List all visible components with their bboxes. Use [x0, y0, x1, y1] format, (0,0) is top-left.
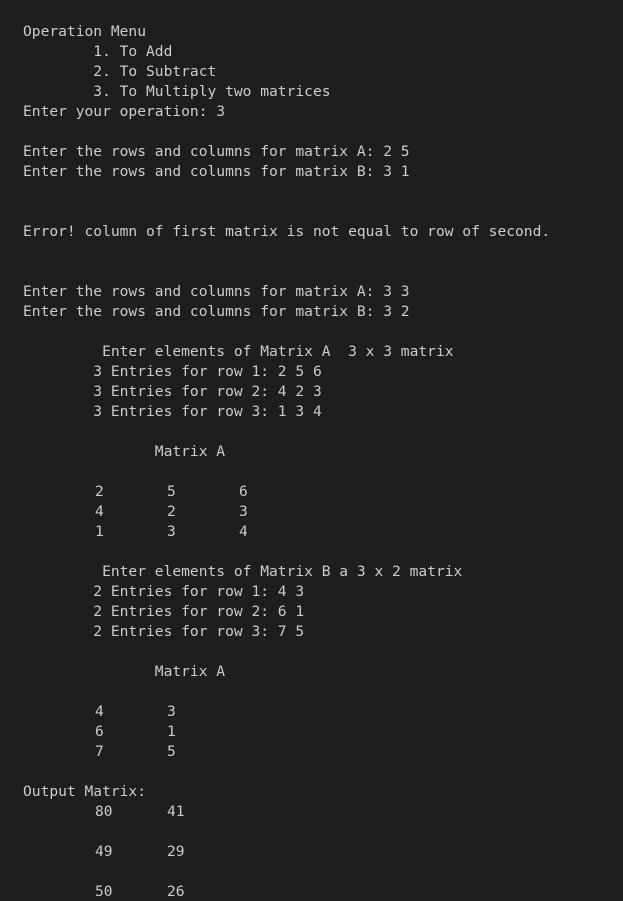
matrix-a-size-line: Enter the rows and columns for matrix A:…: [23, 283, 410, 300]
output-matrix-row: 50 26: [0, 882, 623, 901]
matrix-cell: 3: [167, 703, 176, 720]
matrix-cell: 26: [167, 883, 185, 900]
matrix-cell: 4: [95, 703, 104, 720]
matrix-cell: 80: [95, 803, 113, 820]
matrix-cell: 1: [167, 723, 176, 740]
matrix-b-size-line: Enter the rows and columns for matrix B:…: [23, 303, 410, 320]
matrix-a-entry-row: 3 Entries for row 3: 1 3 4: [23, 403, 322, 420]
matrix-cell: 3: [239, 503, 248, 520]
menu-option-multiply: 3. To Multiply two matrices: [23, 83, 331, 100]
matrix-b-entry-row: 2 Entries for row 2: 6 1: [23, 603, 305, 620]
matrix-a-entry-header: Enter elements of Matrix A 3 x 3 matrix: [23, 343, 454, 360]
matrix-cell: 7: [95, 743, 104, 760]
matrix-b-size-line: Enter the rows and columns for matrix B:…: [23, 163, 410, 180]
matrix-cell: 6: [95, 723, 104, 740]
matrix-a-row: 4 2 3: [0, 502, 623, 522]
output-matrix-title: Output Matrix:: [23, 783, 147, 800]
menu-option-subtract: 2. To Subtract: [23, 63, 217, 80]
matrix-b-row: 4 3: [0, 702, 623, 722]
matrix-a-size-line: Enter the rows and columns for matrix A:…: [23, 143, 410, 160]
matrix-cell: 2: [95, 483, 104, 500]
matrix-a-row: 2 5 6: [0, 482, 623, 502]
matrix-a-entry-row: 3 Entries for row 1: 2 5 6: [23, 363, 322, 380]
matrix-cell: 49: [95, 843, 113, 860]
matrix-cell: 3: [167, 523, 176, 540]
error-message: Error! column of first matrix is not equ…: [23, 223, 551, 240]
matrix-a-title: Matrix A: [23, 443, 226, 460]
matrix-b-row: 6 1: [0, 722, 623, 742]
matrix-b-entry-row: 2 Entries for row 1: 4 3: [23, 583, 305, 600]
menu-option-add: 1. To Add: [23, 43, 173, 60]
matrix-cell: 2: [167, 503, 176, 520]
matrix-b-entry-header: Enter elements of Matrix B a 3 x 2 matri…: [23, 563, 463, 580]
matrix-cell: 1: [95, 523, 104, 540]
matrix-cell: 4: [95, 503, 104, 520]
output-matrix-row: 80 41: [0, 802, 623, 822]
output-matrix-row: 49 29: [0, 842, 623, 862]
matrix-a-entry-row: 3 Entries for row 2: 4 2 3: [23, 383, 322, 400]
operation-prompt: Enter your operation: 3: [23, 103, 226, 120]
matrix-b-entry-row: 2 Entries for row 3: 7 5: [23, 623, 305, 640]
terminal-output: Operation Menu 1. To Add 2. To Subtract …: [0, 0, 623, 901]
matrix-a-row: 1 3 4: [0, 522, 623, 542]
matrix-cell: 5: [167, 483, 176, 500]
menu-title: Operation Menu: [23, 23, 147, 40]
matrix-cell: 29: [167, 843, 185, 860]
matrix-cell: 50: [95, 883, 113, 900]
matrix-b-title: Matrix A: [23, 663, 226, 680]
matrix-cell: 6: [239, 483, 248, 500]
matrix-cell: 41: [167, 803, 185, 820]
matrix-cell: 4: [239, 523, 248, 540]
matrix-cell: 5: [167, 743, 176, 760]
matrix-b-row: 7 5: [0, 742, 623, 762]
